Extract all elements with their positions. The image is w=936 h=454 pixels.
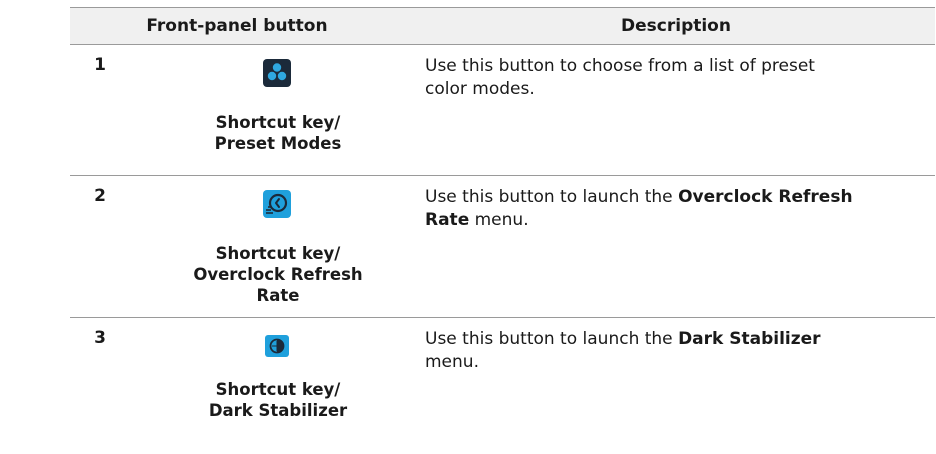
button-label: Shortcut key/ Overclock Refresh Rate xyxy=(190,243,366,306)
table-header: Front-panel button Description xyxy=(70,7,935,45)
desc-line: color modes. xyxy=(425,79,535,99)
label-line: Shortcut key/ xyxy=(215,244,341,263)
row-number: 3 xyxy=(94,328,106,348)
desc-line: Rate menu. xyxy=(425,209,935,232)
desc-bold-text: Overclock Refresh xyxy=(678,187,853,207)
row-number: 1 xyxy=(94,55,106,75)
desc-text: Use this button to launch the xyxy=(425,187,679,207)
desc-bold-text: Rate xyxy=(425,210,470,230)
row-description: Use this button to choose from a list of… xyxy=(425,55,935,101)
table-row: 3 Shortcut key/ Dark Stabilizer Use this… xyxy=(70,318,935,454)
button-label: Shortcut key/ Dark Stabilizer xyxy=(190,379,366,421)
table-row: 1 Shortcut key/ Preset Modes Use this bu… xyxy=(70,45,935,176)
preset-modes-icon xyxy=(263,59,291,87)
desc-line: Use this button to choose from a list of… xyxy=(425,56,815,76)
label-line: Preset Modes xyxy=(214,134,342,153)
label-line: Overclock Refresh xyxy=(193,265,363,284)
desc-line: Use this button to launch the Overclock … xyxy=(425,186,935,209)
button-label: Shortcut key/ Preset Modes xyxy=(190,112,366,154)
label-line: Shortcut key/ xyxy=(215,113,341,132)
desc-bold-text: Dark Stabilizer xyxy=(678,329,821,349)
table-row: 2 Shortcut key/ Overclock Refresh Rate U… xyxy=(70,176,935,318)
row-description: Use this button to launch the Dark Stabi… xyxy=(425,328,935,374)
desc-text: Use this button to launch the xyxy=(425,329,679,349)
button-table: Front-panel button Description 1 Shortcu… xyxy=(70,7,935,454)
label-line: Shortcut key/ xyxy=(215,380,341,399)
label-line: Dark Stabilizer xyxy=(208,401,348,420)
overclock-refresh-rate-icon xyxy=(263,190,291,218)
desc-text: menu. xyxy=(469,210,529,230)
desc-line: Use this button to launch the Dark Stabi… xyxy=(425,328,935,351)
row-description: Use this button to launch the Overclock … xyxy=(425,186,935,232)
dark-stabilizer-icon xyxy=(263,332,291,360)
row-number: 2 xyxy=(94,186,106,206)
header-front-panel-button: Front-panel button xyxy=(146,16,328,36)
header-description: Description xyxy=(621,16,731,36)
label-line: Rate xyxy=(256,286,300,305)
desc-line: menu. xyxy=(425,352,479,372)
